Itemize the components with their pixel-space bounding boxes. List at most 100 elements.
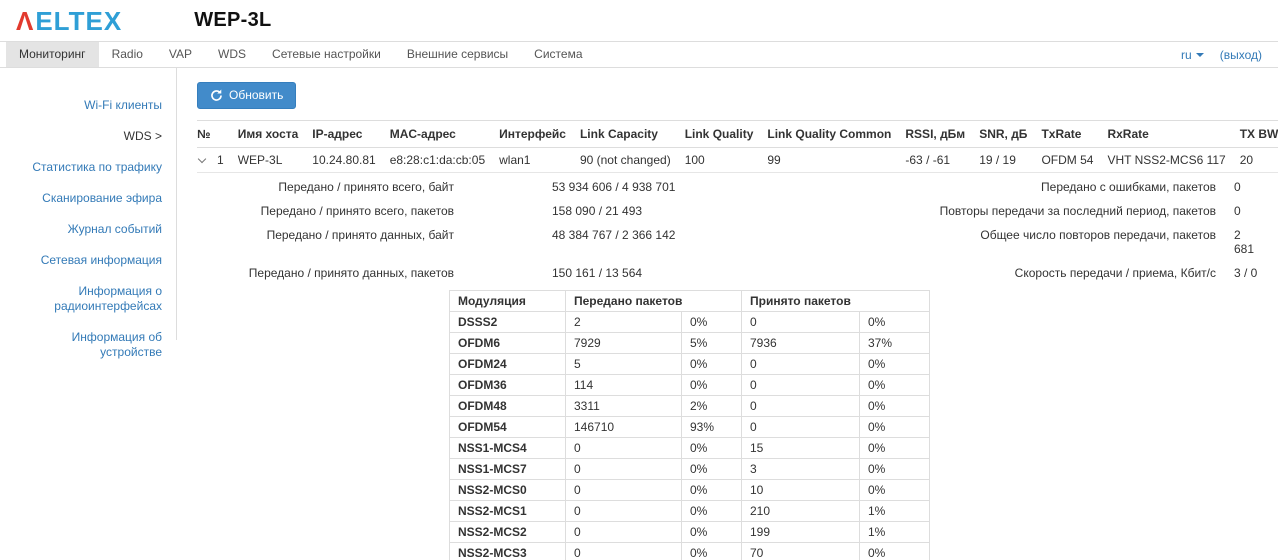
stats-grid: Передано / принято всего, байт53 934 606… <box>197 175 1260 285</box>
modulation-cell: 0% <box>682 375 742 396</box>
clients-table: №Имя хостаIP-адресMAC-адресИнтерфейсLink… <box>197 120 1278 173</box>
sidebar: Wi-Fi клиентыWDS >Статистика по трафикуС… <box>0 68 177 340</box>
modulation-cell: 0 <box>566 501 682 522</box>
clients-cell: wlan1 <box>499 148 580 173</box>
modulation-cell: NSS2-MCS2 <box>450 522 566 543</box>
clients-col-header: Link Capacity <box>580 121 685 148</box>
modulation-row: OFDM361140%00% <box>450 375 930 396</box>
header: ΛELTEX WEP-3L <box>0 0 1278 41</box>
modulation-cell: 0% <box>860 375 930 396</box>
clients-cell: 10.24.80.81 <box>312 148 389 173</box>
clients-cell: e8:28:c1:da:cb:05 <box>390 148 499 173</box>
modulation-cell: 0% <box>860 417 930 438</box>
nav-tab-7[interactable]: Система <box>521 42 595 67</box>
modulation-cell: 0% <box>682 312 742 333</box>
modulation-row: NSS2-MCS000%100% <box>450 480 930 501</box>
stat-value: 3 / 0 <box>1216 261 1260 285</box>
nav-tab-3[interactable]: VAP <box>156 42 205 67</box>
nav-tab-4[interactable]: WDS <box>205 42 259 67</box>
modulation-cell: OFDM54 <box>450 417 566 438</box>
sidebar-item-3[interactable]: Статистика по трафику <box>0 152 176 183</box>
expand-chevron-icon[interactable] <box>198 155 206 163</box>
nav-tab-6[interactable]: Внешние сервисы <box>394 42 521 67</box>
modulation-row: OFDM5414671093%00% <box>450 417 930 438</box>
clients-data-row[interactable]: 1 WEP-3L10.24.80.81e8:28:c1:da:cb:05wlan1… <box>197 148 1278 173</box>
modulation-cell: DSSS2 <box>450 312 566 333</box>
clients-cell: 20 <box>1240 148 1278 173</box>
clients-col-header: SNR, дБ <box>979 121 1041 148</box>
modulation-cell: 1% <box>860 501 930 522</box>
modulation-row: OFDM679295%793637% <box>450 333 930 354</box>
modulation-cell: 15 <box>742 438 860 459</box>
clients-cell: -63 / -61 <box>905 148 979 173</box>
modulation-cell: 0% <box>860 312 930 333</box>
modulation-cell: NSS2-MCS1 <box>450 501 566 522</box>
stat-value: 48 384 767 / 2 366 142 <box>454 223 756 261</box>
modulation-cell: 199 <box>742 522 860 543</box>
nav-tab-1[interactable]: Мониторинг <box>6 42 99 67</box>
stat-label: Передано / принято данных, байт <box>197 223 454 261</box>
sidebar-item-8[interactable]: Информация об устройстве <box>0 322 176 368</box>
stat-value: 150 161 / 13 564 <box>454 261 756 285</box>
sidebar-item-6[interactable]: Сетевая информация <box>0 245 176 276</box>
stat-label: Передано / принято данных, пакетов <box>197 261 454 285</box>
modulation-cell: 0% <box>860 438 930 459</box>
modulation-cell: 0% <box>682 543 742 560</box>
clients-cell: 19 / 19 <box>979 148 1041 173</box>
modulation-col-header: Модуляция <box>450 291 566 312</box>
nav-tab-5[interactable]: Сетевые настройки <box>259 42 394 67</box>
modulation-cell: 70 <box>742 543 860 560</box>
stat-label: Скорость передачи / приема, Кбит/с <box>756 261 1216 285</box>
refresh-button[interactable]: Обновить <box>197 82 296 109</box>
modulation-cell: 37% <box>860 333 930 354</box>
modulation-cell: OFDM6 <box>450 333 566 354</box>
sidebar-item-4[interactable]: Сканирование эфира <box>0 183 176 214</box>
clients-cell: WEP-3L <box>238 148 313 173</box>
row-number: 1 <box>217 153 224 167</box>
tx-packets-col-header: Передано пакетов <box>566 291 742 312</box>
modulation-cell: 0 <box>742 375 860 396</box>
modulation-row: DSSS220%00% <box>450 312 930 333</box>
modulation-cell: 7936 <box>742 333 860 354</box>
rx-packets-col-header: Принято пакетов <box>742 291 930 312</box>
modulation-row: NSS2-MCS100%2101% <box>450 501 930 522</box>
language-label: ru <box>1181 48 1192 62</box>
refresh-button-label: Обновить <box>229 88 283 102</box>
clients-cell: 99 <box>767 148 905 173</box>
modulation-cell: 2% <box>682 396 742 417</box>
logout-link[interactable]: (выход) <box>1220 48 1262 62</box>
sidebar-item-1[interactable]: Wi-Fi клиенты <box>0 90 176 121</box>
modulation-table: Модуляция Передано пакетов Принято пакет… <box>449 290 930 560</box>
stat-label: Передано / принято всего, байт <box>197 175 454 199</box>
clients-cell: 100 <box>685 148 768 173</box>
modulation-cell: 0 <box>742 396 860 417</box>
modulation-row: NSS1-MCS700%30% <box>450 459 930 480</box>
modulation-cell: 3311 <box>566 396 682 417</box>
logo-mark-icon: Λ <box>16 8 34 34</box>
modulation-cell: 0% <box>860 396 930 417</box>
modulation-cell: 93% <box>682 417 742 438</box>
modulation-row: OFDM4833112%00% <box>450 396 930 417</box>
clients-col-header: № <box>197 121 238 148</box>
modulation-cell: 7929 <box>566 333 682 354</box>
clients-col-header: RSSI, дБм <box>905 121 979 148</box>
modulation-cell: 0% <box>682 459 742 480</box>
modulation-cell: 0% <box>682 501 742 522</box>
modulation-cell: NSS2-MCS0 <box>450 480 566 501</box>
clients-col-header: IP-адрес <box>312 121 389 148</box>
modulation-cell: 2 <box>566 312 682 333</box>
modulation-cell: 10 <box>742 480 860 501</box>
stat-value: 158 090 / 21 493 <box>454 199 756 223</box>
stat-label: Общее число повторов передачи, пакетов <box>756 223 1216 261</box>
sidebar-item-7[interactable]: Информация о радиоинтерфейсах <box>0 276 176 322</box>
language-selector[interactable]: ru <box>1181 48 1204 62</box>
sidebar-item-5[interactable]: Журнал событий <box>0 214 176 245</box>
modulation-row: NSS2-MCS200%1991% <box>450 522 930 543</box>
modulation-cell: 0% <box>682 480 742 501</box>
modulation-row: NSS1-MCS400%150% <box>450 438 930 459</box>
modulation-cell: NSS2-MCS3 <box>450 543 566 560</box>
modulation-cell: 210 <box>742 501 860 522</box>
nav-tab-2[interactable]: Radio <box>99 42 156 67</box>
modulation-cell: 0 <box>566 543 682 560</box>
sidebar-item-2[interactable]: WDS > <box>0 121 176 152</box>
